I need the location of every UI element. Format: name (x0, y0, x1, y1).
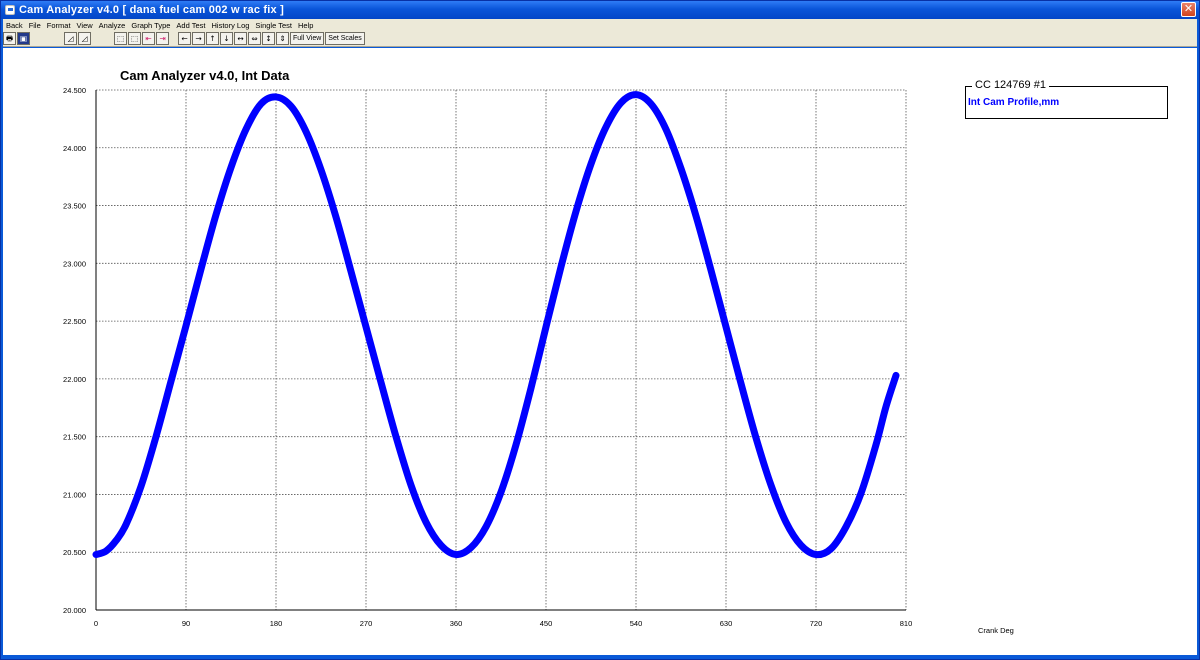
y-tick-label: 20.000 (63, 606, 86, 615)
app-window: Cam Analyzer v4.0 [ dana fuel cam 002 w … (0, 0, 1200, 660)
menu-back[interactable]: Back (3, 21, 26, 30)
y-tick-label: 22.000 (63, 375, 86, 384)
series-line-0 (92, 91, 900, 559)
menu-single-test[interactable]: Single Test (252, 21, 295, 30)
chart-zoom-icon: ⬚ (116, 34, 125, 43)
shrink-x-icon: ⇔ (251, 34, 258, 43)
expand-y-button[interactable]: ↕ (262, 32, 275, 45)
scroll-left-button[interactable]: ← (178, 32, 191, 45)
menu-add-test[interactable]: Add Test (173, 21, 208, 30)
full-view-button[interactable]: Full View (290, 32, 325, 45)
scroll-right-button[interactable]: → (192, 32, 205, 45)
x-tick-label: 810 (900, 619, 913, 628)
app-icon[interactable] (5, 5, 15, 15)
graph-a-button[interactable]: ◿ (64, 32, 77, 45)
chart-axes (95, 90, 906, 611)
cam-profile-chart: 0 90 180 270 360 450 540 630 720 810 24.500 24.000 2… (63, 68, 1014, 635)
legend-entry[interactable]: Int Cam Profile,mm (968, 97, 1059, 108)
y-tick-label: 21.000 (63, 490, 86, 499)
next-test-button[interactable]: ⇥ (156, 32, 169, 45)
y-tick-label: 20.500 (63, 548, 86, 557)
set-scales-button[interactable]: Set Scales (325, 32, 365, 45)
menu-file[interactable]: File (26, 21, 44, 30)
window-title: Cam Analyzer v4.0 [ dana fuel cam 002 w … (19, 4, 284, 16)
printer-icon: 🖶 (5, 34, 14, 43)
title-bar[interactable]: Cam Analyzer v4.0 [ dana fuel cam 002 w … (1, 1, 1199, 19)
menu-bar: Back File Format View Analyze Graph Type Add T… (3, 19, 1197, 31)
menu-history-log[interactable]: History Log (208, 21, 252, 30)
menu-analyze[interactable]: Analyze (96, 21, 129, 30)
scroll-right-icon: → (195, 34, 202, 43)
scroll-up-button[interactable]: ↑ (206, 32, 219, 45)
expand-y-icon: ↕ (265, 34, 272, 43)
save-disk-icon: ▣ (19, 34, 28, 43)
graph-b-button[interactable]: ◿ (78, 32, 91, 45)
x-tick-label: 540 (630, 619, 643, 628)
printer-button[interactable]: 🖶 (3, 32, 16, 45)
y-tick-label: 23.500 (63, 202, 86, 211)
legend-title: CC 124769 #1 (972, 79, 1049, 91)
prev-test-icon: ⇤ (145, 34, 152, 43)
expand-x-icon: ↔ (237, 34, 244, 43)
x-tick-label: 720 (810, 619, 823, 628)
prev-test-button[interactable]: ⇤ (142, 32, 155, 45)
chart-grid (96, 89, 907, 610)
close-button[interactable]: ✕ (1181, 2, 1196, 17)
chart-title: Cam Analyzer v4.0, Int Data (120, 68, 290, 83)
chart-series (92, 91, 900, 559)
chart-fit-icon: ⬚ (130, 34, 139, 43)
scroll-down-button[interactable]: ↓ (220, 32, 233, 45)
menu-view[interactable]: View (74, 21, 96, 30)
expand-x-button[interactable]: ↔ (234, 32, 247, 45)
y-tick-label: 24.500 (63, 86, 86, 95)
graph-a-icon: ◿ (67, 34, 74, 43)
shrink-x-button[interactable]: ⇔ (248, 32, 261, 45)
chart-area: 0 90 180 270 360 450 540 630 720 810 24.500 24.000 2… (3, 48, 1197, 655)
graph-b-icon: ◿ (81, 34, 88, 43)
x-tick-label: 360 (450, 619, 463, 628)
scroll-left-icon: ← (181, 34, 188, 43)
chart-ticks: 0 90 180 270 360 450 540 630 720 810 24.500 24.000 2… (63, 86, 912, 628)
toolbar: 🖶 ▣ ◿ ◿ ⬚ ⬚ ⇤ ⇥ ← → ↑ ↓ ↔ ⇔ ↕ ⇕ Full View Set Scales (3, 31, 1197, 47)
y-tick-label: 24.000 (63, 144, 86, 153)
x-tick-label: 180 (270, 619, 283, 628)
shrink-y-button[interactable]: ⇕ (276, 32, 289, 45)
x-tick-label: 0 (94, 619, 98, 628)
legend-box: CC 124769 #1 Int Cam Profile,mm (965, 79, 1168, 119)
scroll-up-icon: ↑ (209, 34, 216, 43)
shrink-y-icon: ⇕ (279, 34, 286, 43)
x-tick-label: 90 (182, 619, 190, 628)
scroll-down-icon: ↓ (223, 34, 230, 43)
x-tick-label: 450 (540, 619, 553, 628)
x-tick-label: 630 (720, 619, 733, 628)
y-tick-label: 22.500 (63, 317, 86, 326)
chart-fit-button[interactable]: ⬚ (128, 32, 141, 45)
y-tick-label: 21.500 (63, 433, 86, 442)
x-tick-label: 270 (360, 619, 373, 628)
menu-graph-type[interactable]: Graph Type (128, 21, 173, 30)
x-axis-label: Crank Deg (978, 626, 1014, 635)
next-test-icon: ⇥ (159, 34, 166, 43)
menu-format[interactable]: Format (44, 21, 74, 30)
menu-help[interactable]: Help (295, 21, 316, 30)
y-tick-label: 23.000 (63, 259, 86, 268)
save-disk-button[interactable]: ▣ (17, 32, 30, 45)
chart-zoom-button[interactable]: ⬚ (114, 32, 127, 45)
